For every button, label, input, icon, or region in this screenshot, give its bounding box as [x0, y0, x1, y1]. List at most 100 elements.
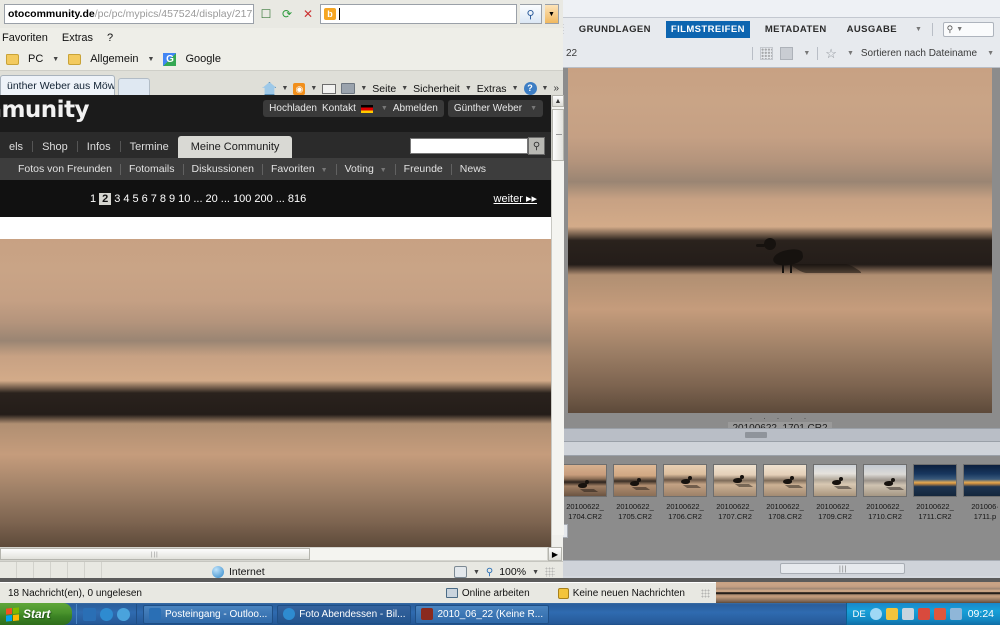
german-flag-icon[interactable]	[360, 104, 373, 113]
new-tab-button[interactable]	[118, 78, 150, 95]
workspace-tab-ausgabe[interactable]: AUSGABE	[842, 21, 902, 38]
link-hochladen[interactable]: Hochladen	[269, 103, 317, 114]
command-sicherheit[interactable]: Sicherheit	[413, 83, 460, 95]
security-zone[interactable]: Internet	[212, 566, 265, 578]
stop-icon[interactable]: ✕	[299, 5, 317, 23]
site-search-button[interactable]: ⚲	[528, 137, 545, 155]
chevron-down-icon[interactable]: ▼	[281, 85, 288, 92]
filmstrip-thumbnail[interactable]	[613, 464, 657, 497]
pagination-item[interactable]: 2	[99, 192, 112, 205]
filmstrip-item[interactable]: 20100622_ 1710.CR2	[860, 464, 910, 522]
filmstrip-item[interactable]: 20100622_ 1708.CR2	[760, 464, 810, 522]
chevron-down-icon[interactable]: ▼	[310, 85, 317, 92]
pagination-item[interactable]: 6	[142, 193, 148, 205]
tray-antivirus-icon[interactable]	[933, 608, 946, 620]
bridge-splitter[interactable]	[560, 428, 1000, 442]
list-view-icon[interactable]	[780, 47, 794, 60]
workspace-tab-metadaten[interactable]: METADATEN	[760, 21, 832, 38]
workspace-tab-filmstreifen[interactable]: FILMSTREIFEN	[665, 20, 750, 38]
nav-item-shop[interactable]: Shop	[33, 141, 77, 158]
mail-icon[interactable]	[322, 83, 337, 94]
compatibility-view-icon[interactable]: ☐	[257, 5, 275, 23]
filmstrip-item[interactable]: 20100622_ 1705.CR2	[610, 464, 660, 522]
page-vertical-scrollbar[interactable]: ▲	[551, 95, 564, 547]
quicklaunch-media-icon[interactable]	[117, 607, 130, 621]
filmstrip-thumbnail[interactable]	[563, 464, 607, 497]
language-indicator[interactable]: DE	[853, 609, 866, 620]
start-button[interactable]: Start	[0, 603, 72, 625]
main-photo[interactable]	[0, 239, 551, 547]
overflow-chevron-icon[interactable]: »	[553, 83, 559, 94]
link-abmelden[interactable]: Abmelden	[393, 103, 438, 114]
rss-icon[interactable]: ◉	[293, 82, 306, 95]
pagination-item[interactable]: 200	[254, 193, 272, 205]
resize-grip-icon[interactable]	[701, 588, 710, 598]
subnav-diskussionen[interactable]: Diskussionen	[184, 163, 262, 175]
tray-battery-icon[interactable]	[949, 608, 962, 620]
workspace-tab-grundlagen[interactable]: GRUNDLAGEN	[574, 21, 656, 38]
protected-mode-icon[interactable]	[453, 566, 467, 578]
menu-help[interactable]: ?	[107, 32, 113, 44]
site-logo[interactable]: mmunity	[0, 97, 90, 123]
resize-grip-icon[interactable]	[545, 567, 555, 577]
link-kontakt[interactable]: Kontakt	[322, 103, 356, 114]
taskbar-button[interactable]: Foto Abendessen - Bil...	[277, 604, 412, 624]
page-horizontal-scrollbar[interactable]: ||| ▶	[0, 547, 563, 561]
pagination-item[interactable]: 9	[169, 193, 175, 205]
pagination-item[interactable]: ...	[193, 193, 202, 205]
filmstrip-item[interactable]: 20100622_ 1707.CR2	[710, 464, 760, 522]
pagination-item[interactable]: ...	[221, 193, 230, 205]
chevron-down-icon[interactable]: ▼	[803, 50, 810, 57]
chevron-down-icon[interactable]: ▼	[465, 85, 472, 92]
scroll-up-button[interactable]: ▲	[552, 95, 564, 107]
pagination-item[interactable]: 5	[133, 193, 139, 205]
filmstrip-scrollbar[interactable]: |||	[560, 560, 1000, 576]
outlook-online-status[interactable]: Online arbeiten	[445, 588, 530, 599]
scroll-track[interactable]	[552, 107, 564, 535]
grid-view-icon[interactable]	[760, 47, 774, 60]
command-seite[interactable]: Seite	[372, 83, 396, 95]
chevron-down-icon[interactable]: ▼	[473, 569, 480, 576]
subnav-fotos-von-freunden[interactable]: Fotos von Freunden	[10, 163, 120, 175]
nav-item-termine[interactable]: Termine	[121, 141, 178, 158]
next-page-link[interactable]: weiter ▸▸	[494, 192, 537, 205]
pagination-item[interactable]: 4	[123, 193, 129, 205]
tray-warning-icon[interactable]	[885, 608, 898, 620]
sort-label[interactable]: Sortieren nach Dateiname	[861, 48, 977, 59]
chevron-down-icon[interactable]: ▼	[148, 56, 155, 63]
splitter-handle[interactable]	[745, 432, 767, 438]
tray-signal-icon[interactable]	[917, 608, 930, 620]
filmstrip-thumbnail[interactable]	[713, 464, 757, 497]
help-icon[interactable]: ?	[523, 82, 537, 95]
favorite-pc[interactable]: PC	[28, 53, 43, 65]
bridge-search-input[interactable]: ⚲ ▼	[942, 21, 994, 37]
star-filter-icon[interactable]: ☆	[825, 47, 837, 60]
address-input[interactable]: otocommunity.de/pc/pc/mypics/457524/disp…	[4, 4, 254, 24]
site-search-input[interactable]	[410, 138, 528, 154]
subnav-voting[interactable]: Voting ▼	[337, 163, 395, 175]
chevron-down-icon[interactable]: ▼	[987, 50, 994, 57]
scroll-thumb[interactable]	[552, 109, 564, 161]
filmstrip-scroll-thumb[interactable]: |||	[780, 563, 905, 574]
account-menu[interactable]: Günther Weber ▼	[447, 100, 543, 117]
nav-item-els[interactable]: els	[0, 141, 32, 158]
chevron-down-icon[interactable]: ▼	[542, 85, 549, 92]
chevron-down-icon[interactable]: ▼	[512, 85, 519, 92]
filmstrip-thumbnail[interactable]	[863, 464, 907, 497]
chevron-down-icon[interactable]: ▼	[401, 85, 408, 92]
favorite-allgemein[interactable]: Allgemein	[90, 53, 138, 65]
nav-item-infos[interactable]: Infos	[78, 141, 120, 158]
filmstrip-item[interactable]: 20100622_ 1706.CR2	[660, 464, 710, 522]
pagination-item[interactable]: 8	[160, 193, 166, 205]
browser-tab[interactable]: ünther Weber aus Möwe...	[0, 75, 115, 95]
pagination-item[interactable]: 3	[114, 193, 120, 205]
filmstrip-thumbnail[interactable]	[763, 464, 807, 497]
search-go-icon[interactable]: ⚲	[520, 4, 542, 24]
zoom-level[interactable]: 100%	[499, 566, 526, 578]
hscroll-right-button[interactable]: ▶	[548, 547, 562, 561]
pagination-item[interactable]: ...	[276, 193, 285, 205]
pagination-item[interactable]: 7	[151, 193, 157, 205]
subnav-fotomails[interactable]: Fotomails	[121, 163, 183, 175]
chevron-down-icon[interactable]: ▼	[532, 569, 539, 576]
subnav-freunde[interactable]: Freunde	[396, 163, 451, 175]
